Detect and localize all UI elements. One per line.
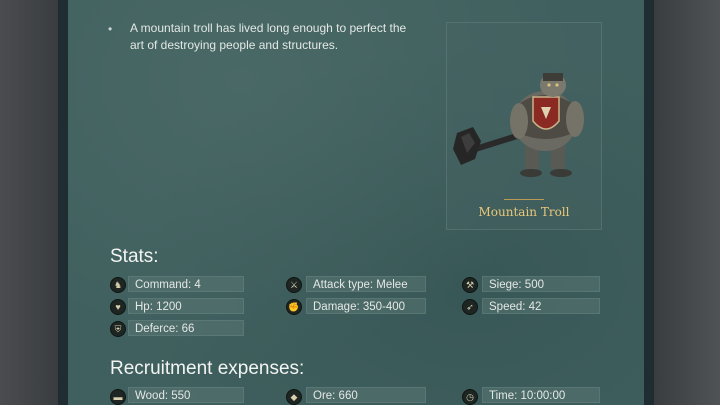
cost-ore: Ore: 660 (306, 387, 426, 403)
recruitment-title: Recruitment expenses: (110, 358, 305, 379)
command-icon: ♞ (110, 277, 126, 293)
name-ornament (504, 199, 544, 200)
panel-frame-left (58, 0, 68, 405)
wood-icon: ▬ (110, 389, 126, 405)
stat-siege: Siege: 500 (482, 276, 600, 292)
stat-speed: Speed: 42 (482, 298, 600, 314)
panel-frame-right (644, 0, 654, 405)
heart-icon: ♥ (110, 299, 126, 315)
stat-defence: Deferce: 66 (128, 320, 244, 336)
attack-type-icon: ⚔ (286, 277, 302, 293)
stat-damage: Damage: 350-400 (306, 298, 426, 314)
stat-hp: Hp: 1200 (128, 298, 244, 314)
background-left (0, 0, 58, 405)
cost-wood: Wood: 550 (128, 387, 244, 403)
ore-icon: ◆ (286, 389, 302, 405)
description-bullet: • (108, 22, 113, 36)
speed-icon: ➶ (462, 299, 478, 315)
clock-icon: ◷ (462, 389, 478, 405)
damage-icon: ✊ (286, 299, 302, 315)
siege-icon: ⚒ (462, 277, 478, 293)
unit-portrait-card[interactable]: Mountain Troll (446, 22, 602, 230)
stat-attack-type: Attack type: Melee (306, 276, 426, 292)
unit-description: A mountain troll has lived long enough t… (130, 21, 407, 52)
shield-icon: ⛨ (110, 321, 126, 337)
unit-name-label: Mountain Troll (478, 205, 570, 219)
background-right (654, 0, 720, 405)
unit-info-panel: • A mountain troll has lived long enough… (68, 0, 644, 405)
stats-title: Stats: (110, 246, 159, 267)
stat-command: Command: 4 (128, 276, 244, 292)
cost-time: Time: 10:00:00 (482, 387, 600, 403)
